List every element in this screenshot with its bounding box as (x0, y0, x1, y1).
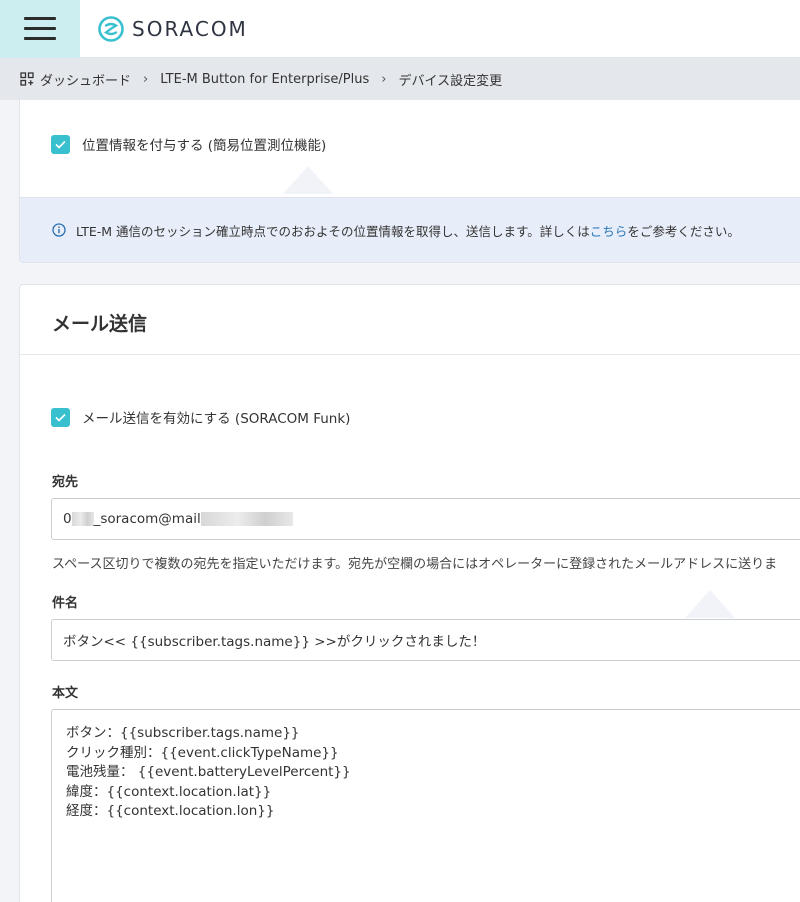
breadcrumb: ダッシュボード › LTE-M Button for Enterprise/Pl… (0, 58, 800, 100)
redacted-text (200, 512, 293, 526)
location-checkbox[interactable] (51, 134, 70, 154)
checkmark-icon (55, 413, 66, 422)
body-line: 緯度：{{context.location.lat}} (66, 783, 272, 800)
divider (20, 354, 800, 355)
location-checkbox-row[interactable]: 位置情報を付与する (簡易位置測位機能) (51, 134, 326, 154)
mail-card: メール送信 メール送信を有効にする (SORACOM Funk) 宛先 0 _so… (19, 284, 800, 902)
subject-input[interactable]: ボタン<< {{subscriber.tags.name}} >>がクリックされ… (51, 619, 800, 661)
to-value-prefix: 0 (63, 511, 72, 527)
body-line: クリック種別：{{event.clickTypeName}} (66, 744, 339, 761)
info-icon (52, 223, 66, 237)
menu-bar (24, 27, 56, 30)
body-line: ボタン：{{subscriber.tags.name}} (66, 725, 300, 741)
mail-enable-checkbox-row[interactable]: メール送信を有効にする (SORACOM Funk) (51, 407, 350, 427)
soracom-logo-icon (98, 15, 124, 42)
location-checkbox-label: 位置情報を付与する (簡易位置測位機能) (82, 138, 327, 154)
breadcrumb-item-current: デバイス設定変更 (398, 73, 503, 89)
breadcrumb-item-device[interactable]: LTE-M Button for Enterprise/Plus (160, 72, 369, 87)
to-input[interactable]: 0 _soracom@mail (51, 498, 800, 540)
mail-section-title: メール送信 (52, 313, 148, 335)
logo-text: SORACOM (132, 16, 248, 41)
info-link[interactable]: こちら (590, 221, 628, 240)
dashboard-grid-icon[interactable] (20, 72, 34, 86)
to-label: 宛先 (52, 475, 79, 490)
checkmark-icon (55, 140, 66, 149)
body-line: 経度：{{context.location.lon}} (66, 803, 275, 819)
mail-enable-label: メール送信を有効にする (SORACOM Funk) (82, 411, 351, 427)
menu-bar (24, 17, 56, 20)
app-header: SORACOM (0, 0, 800, 58)
hamburger-menu-button[interactable] (0, 0, 80, 58)
background-decoration (685, 590, 735, 618)
body-line: 電池残量： {{event.batteryLevelPercent}} (66, 764, 351, 780)
chevron-right-icon: › (381, 71, 387, 87)
background-decoration (283, 166, 333, 194)
body-textarea[interactable]: ボタン：{{subscriber.tags.name}} クリック種別：{{ev… (51, 709, 800, 902)
info-text: LTE-M 通信のセッション確立時点でのおおよその位置情報を取得し、送信します。… (76, 223, 590, 239)
info-text-tail: をご参考ください。 (627, 223, 740, 239)
soracom-logo[interactable]: SORACOM (98, 15, 248, 42)
mail-enable-checkbox[interactable] (51, 407, 70, 427)
to-value: _soracom@mail (93, 511, 201, 527)
redacted-text (71, 512, 94, 526)
body-label: 本文 (52, 686, 79, 701)
subject-value: ボタン<< {{subscriber.tags.name}} >>がクリックされ… (63, 634, 486, 650)
menu-bar (24, 37, 56, 40)
location-card: 位置情報を付与する (簡易位置測位機能) LTE-M 通信のセッション確立時点で… (19, 100, 800, 263)
breadcrumb-item-dashboard[interactable]: ダッシュボード (40, 70, 131, 89)
location-info-bar: LTE-M 通信のセッション確立時点でのおおよその位置情報を取得し、送信します。… (20, 197, 800, 262)
to-help-text: スペース区切りで複数の宛先を指定いただけます。宛先が空欄の場合にはオペレーターに… (52, 557, 778, 572)
subject-label: 件名 (52, 596, 79, 611)
chevron-right-icon: › (143, 71, 149, 87)
